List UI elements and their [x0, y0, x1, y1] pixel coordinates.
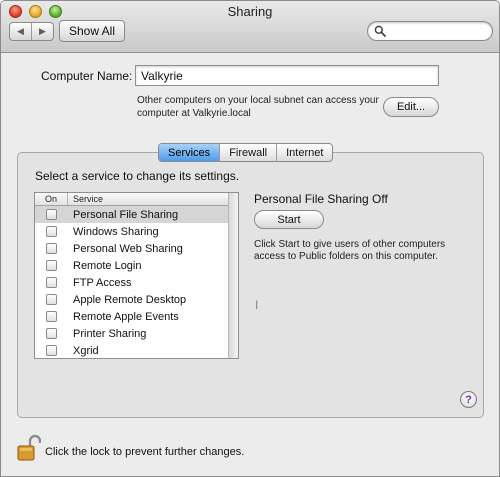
- service-row[interactable]: Printer Sharing: [35, 325, 228, 342]
- service-checkbox[interactable]: [46, 345, 57, 356]
- service-checkbox[interactable]: [46, 311, 57, 322]
- window-title: Sharing: [227, 4, 273, 19]
- service-help-text: Click Start to give users of other compu…: [254, 239, 446, 262]
- tab-services[interactable]: Services: [159, 144, 221, 161]
- start-button[interactable]: Start: [254, 210, 324, 229]
- back-button[interactable]: ◀: [10, 23, 32, 40]
- service-row[interactable]: Windows Sharing: [35, 223, 228, 240]
- service-row[interactable]: Personal File Sharing: [35, 206, 228, 223]
- service-name: Printer Sharing: [73, 327, 147, 340]
- computer-name-help: Other computers on your local subnet can…: [137, 95, 379, 119]
- lock-icon[interactable]: [17, 434, 41, 462]
- service-checkbox[interactable]: [46, 243, 57, 254]
- services-prompt: Select a service to change its settings.: [35, 169, 240, 183]
- tab-firewall[interactable]: Firewall: [220, 144, 278, 161]
- service-name: Remote Login: [73, 259, 142, 272]
- service-row[interactable]: Apple Remote Desktop: [35, 291, 228, 308]
- column-header-service[interactable]: Service: [68, 193, 228, 205]
- service-name: Personal Web Sharing: [73, 242, 183, 255]
- service-checkbox[interactable]: [46, 226, 57, 237]
- service-status-title: Personal File Sharing Off: [254, 192, 388, 206]
- help-button[interactable]: ?: [460, 391, 477, 408]
- service-checkbox[interactable]: [46, 294, 57, 305]
- services-scrollbar[interactable]: [228, 193, 238, 358]
- service-checkbox[interactable]: [46, 209, 57, 220]
- service-checkbox[interactable]: [46, 277, 57, 288]
- tab-internet[interactable]: Internet: [277, 144, 332, 161]
- search-icon: [374, 25, 386, 37]
- service-row[interactable]: FTP Access: [35, 274, 228, 291]
- service-name: Apple Remote Desktop: [73, 293, 187, 306]
- service-name: Windows Sharing: [73, 225, 159, 238]
- lock-message: Click the lock to prevent further change…: [45, 446, 245, 458]
- service-checkbox[interactable]: [46, 328, 57, 339]
- column-header-on[interactable]: On: [35, 193, 68, 205]
- search-field[interactable]: [367, 21, 493, 41]
- edit-button[interactable]: Edit...: [383, 97, 439, 117]
- back-forward-control: ◀ ▶: [9, 22, 54, 41]
- text-cursor-icon: I: [255, 298, 259, 312]
- services-list-header: On Service: [35, 193, 228, 206]
- service-name: Remote Apple Events: [73, 310, 179, 323]
- sharing-window: Sharing ◀ ▶ Show All Computer Name: Valk…: [0, 0, 500, 477]
- service-row[interactable]: Personal Web Sharing: [35, 240, 228, 257]
- toolbar: Sharing ◀ ▶ Show All: [1, 1, 499, 53]
- show-all-button[interactable]: Show All: [59, 20, 125, 42]
- computer-name-label: Computer Name:: [41, 69, 133, 83]
- service-row[interactable]: Xgrid: [35, 342, 228, 358]
- service-checkbox[interactable]: [46, 260, 57, 271]
- services-list: On Service Personal File Sharing Windows…: [34, 192, 239, 359]
- service-row[interactable]: Remote Login: [35, 257, 228, 274]
- service-name: Xgrid: [73, 344, 99, 357]
- forward-button[interactable]: ▶: [32, 23, 53, 40]
- service-row[interactable]: Remote Apple Events: [35, 308, 228, 325]
- service-name: FTP Access: [73, 276, 132, 289]
- service-name: Personal File Sharing: [73, 208, 179, 221]
- computer-name-input[interactable]: Valkyrie: [135, 65, 439, 86]
- tab-bar: Services Firewall Internet: [158, 143, 334, 162]
